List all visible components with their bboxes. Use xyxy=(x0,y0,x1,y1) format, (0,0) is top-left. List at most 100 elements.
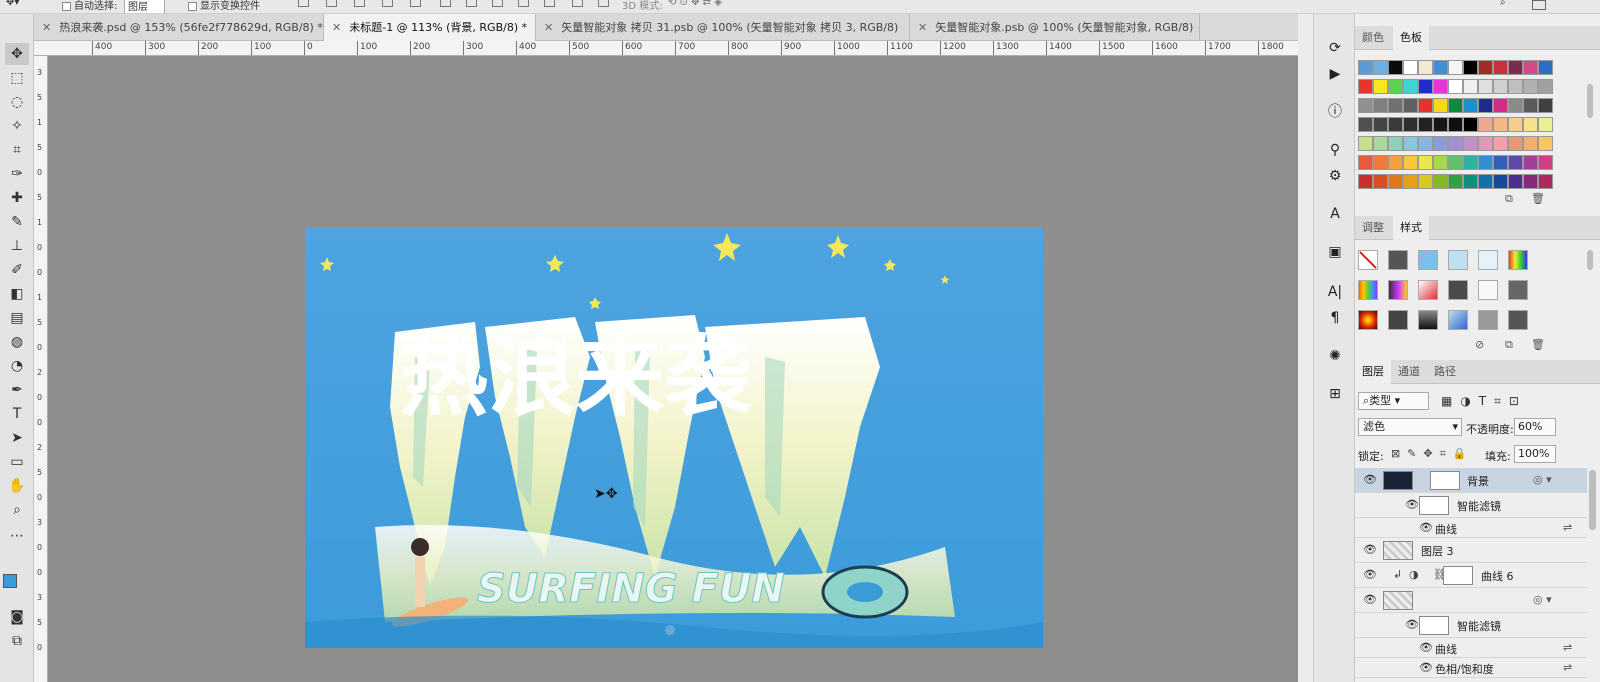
color-swatch[interactable] xyxy=(1523,60,1538,75)
libraries-panel-icon[interactable]: ▣ xyxy=(1324,242,1346,262)
style-swatch[interactable] xyxy=(1388,280,1408,300)
more-tools-icon[interactable]: ⋯ xyxy=(5,525,29,547)
layer-name[interactable]: 曲线 6 xyxy=(1481,568,1514,584)
stamp-tool-icon[interactable]: ⊥ xyxy=(5,235,29,257)
style-swatch[interactable] xyxy=(1478,310,1498,330)
color-swatch[interactable] xyxy=(1508,79,1523,94)
layer-row[interactable]: 👁 图层 3 xyxy=(1355,538,1587,563)
color-swatch[interactable] xyxy=(1373,155,1388,170)
align-hcenter-icon[interactable] xyxy=(410,0,421,7)
artwork[interactable]: 热浪来袭 SURFING FUN xyxy=(305,227,1043,648)
color-swatch[interactable] xyxy=(1418,79,1433,94)
style-swatch[interactable] xyxy=(1448,310,1468,330)
smart-filter-mask-thumbnail[interactable] xyxy=(1419,616,1449,635)
color-swatch[interactable] xyxy=(1493,79,1508,94)
color-swatch[interactable] xyxy=(1388,117,1403,132)
clear-style-icon[interactable]: ⊘ xyxy=(1475,338,1484,351)
style-swatch[interactable] xyxy=(1388,250,1408,270)
color-swatch[interactable] xyxy=(1373,98,1388,113)
history-brush-tool-icon[interactable]: ✐ xyxy=(5,259,29,281)
color-swatch[interactable] xyxy=(1463,136,1478,151)
color-swatch[interactable] xyxy=(1358,60,1373,75)
color-swatch[interactable] xyxy=(1358,98,1373,113)
tab-layers[interactable]: 图层 xyxy=(1355,360,1391,384)
styles-scrollbar[interactable] xyxy=(1587,250,1593,270)
move-tool-icon[interactable]: ✥ xyxy=(5,43,29,65)
filter-options-icon[interactable]: ⇌ xyxy=(1563,521,1572,534)
color-swatch[interactable] xyxy=(1508,155,1523,170)
shape-tool-icon[interactable]: ▭ xyxy=(5,451,29,473)
layer-name[interactable]: 色相/饱和度 xyxy=(1435,661,1494,677)
color-swatch[interactable] xyxy=(1523,117,1538,132)
fill-input[interactable]: 100% xyxy=(1514,445,1556,463)
color-swatch[interactable] xyxy=(1418,136,1433,151)
color-swatch[interactable] xyxy=(1448,155,1463,170)
style-swatch[interactable] xyxy=(1508,280,1528,300)
smart-filter-mask-thumbnail[interactable] xyxy=(1419,496,1449,515)
color-swatch[interactable] xyxy=(1358,155,1373,170)
layer-name[interactable]: 图层 3 xyxy=(1421,543,1454,559)
style-swatch[interactable] xyxy=(1448,250,1468,270)
color-swatch[interactable] xyxy=(1538,174,1553,189)
color-swatch[interactable] xyxy=(1538,60,1553,75)
color-swatch[interactable] xyxy=(1373,136,1388,151)
layer-row[interactable]: 👁 背景 ◎ ▾ xyxy=(1355,468,1587,493)
delete-style-icon[interactable]: 🗑 xyxy=(1531,338,1545,351)
color-swatch[interactable] xyxy=(1463,117,1478,132)
color-swatch[interactable] xyxy=(1418,155,1433,170)
color-swatch[interactable] xyxy=(1448,117,1463,132)
color-swatch[interactable] xyxy=(1463,60,1478,75)
layer-name[interactable]: 智能滤镜 xyxy=(1457,498,1501,514)
properties-panel-icon[interactable]: ⚙ xyxy=(1324,166,1346,186)
color-swatch[interactable] xyxy=(1403,174,1418,189)
style-swatch[interactable] xyxy=(1478,250,1498,270)
layer-name[interactable]: 曲线 xyxy=(1435,521,1457,537)
filter-options-icon[interactable]: ⇌ xyxy=(1563,661,1572,674)
tab-color[interactable]: 颜色 xyxy=(1355,26,1391,50)
distribute-hcenter-icon[interactable] xyxy=(544,0,555,7)
color-swatch[interactable] xyxy=(1538,79,1553,94)
align-top-icon[interactable] xyxy=(298,0,309,7)
marquee-tool-icon[interactable]: ⬚ xyxy=(5,67,29,89)
color-swatch[interactable] xyxy=(1508,136,1523,151)
layer-name[interactable]: 智能滤镜 xyxy=(1457,618,1501,634)
color-swatch[interactable] xyxy=(1448,98,1463,113)
color-swatch[interactable] xyxy=(1418,174,1433,189)
layer-name[interactable]: 曲线 xyxy=(1435,641,1457,657)
auto-select-checkbox[interactable]: 自动选择: xyxy=(62,0,117,12)
healing-brush-tool-icon[interactable]: ✚ xyxy=(5,187,29,209)
color-swatch[interactable] xyxy=(1388,136,1403,151)
pen-tool-icon[interactable]: ✒ xyxy=(5,379,29,401)
canvas-area[interactable]: 热浪来袭 SURFING FUN ➤✥ xyxy=(48,56,1298,682)
color-swatch[interactable] xyxy=(1493,174,1508,189)
opacity-input[interactable]: 60% xyxy=(1514,418,1556,436)
align-vcenter-icon[interactable] xyxy=(326,0,337,7)
brush-settings-icon[interactable]: ✺ xyxy=(1324,346,1346,366)
eyedropper-tool-icon[interactable]: ✑ xyxy=(5,163,29,185)
tab-channels[interactable]: 通道 xyxy=(1391,360,1427,384)
color-swatch[interactable] xyxy=(1433,174,1448,189)
workspace-icon[interactable] xyxy=(1532,0,1546,10)
eraser-tool-icon[interactable]: ◧ xyxy=(5,283,29,305)
filter-mask-thumbnail[interactable] xyxy=(1430,471,1460,490)
color-swatch[interactable] xyxy=(1523,98,1538,113)
color-swatch[interactable] xyxy=(1433,136,1448,151)
color-swatch[interactable] xyxy=(1433,98,1448,113)
tab-doc-2[interactable]: ✕ 未标题-1 @ 113% (背景, RGB/8) * xyxy=(324,14,536,41)
color-swatch[interactable] xyxy=(1403,117,1418,132)
vertical-ruler[interactable]: 351505100150200250300350 xyxy=(34,56,48,682)
layer-row[interactable]: 👁 ↲ ◑ ⛓ 曲线 6 xyxy=(1355,563,1587,588)
color-swatch[interactable] xyxy=(1433,79,1448,94)
zoom-tool-icon[interactable]: ⌕ xyxy=(5,499,29,521)
move-tool-icon[interactable]: ✥▾ xyxy=(6,0,19,8)
color-swatch[interactable] xyxy=(1418,117,1433,132)
color-swatch[interactable] xyxy=(1493,60,1508,75)
show-transform-controls-checkbox[interactable]: 显示变换控件 xyxy=(188,0,260,12)
color-swatch[interactable] xyxy=(1478,60,1493,75)
color-swatch[interactable] xyxy=(1538,117,1553,132)
visibility-eye-icon[interactable]: 👁 xyxy=(1419,661,1433,674)
color-swatch[interactable] xyxy=(1433,155,1448,170)
foreground-color-swatch[interactable] xyxy=(3,574,17,588)
hand-tool-icon[interactable]: ✋ xyxy=(5,475,29,497)
close-icon[interactable]: ✕ xyxy=(42,21,51,34)
